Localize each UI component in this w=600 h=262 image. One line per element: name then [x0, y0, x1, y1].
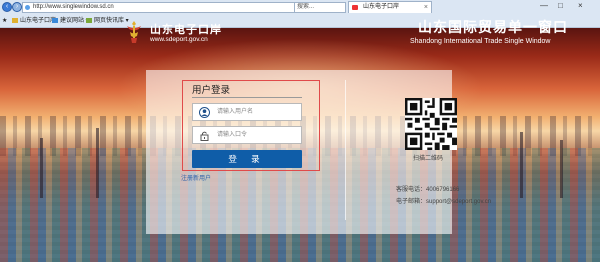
qr-code-icon: [405, 98, 457, 150]
close-window-icon[interactable]: ×: [578, 1, 583, 10]
back-icon[interactable]: ‹: [2, 2, 12, 12]
site-title: 山东国际贸易单一窗口: [418, 19, 568, 35]
logo-url: www.sdeport.gov.cn: [150, 36, 208, 43]
browser-window: ‹ › http://www.singlewindow.sd.cn 搜索... …: [0, 0, 600, 262]
tab-label: 山东电子口岸: [363, 4, 400, 10]
folder-icon: [12, 17, 18, 23]
lock-icon: [200, 131, 209, 141]
feed-icon: [86, 17, 92, 23]
phone-row: 客服电话：4006796166: [396, 184, 459, 193]
search-text: 搜索...: [297, 4, 315, 10]
password-field[interactable]: 请输入口令: [192, 126, 302, 144]
login-title: 用户登录: [192, 85, 231, 96]
address-bar[interactable]: http://www.singlewindow.sd.cn: [22, 2, 334, 13]
login-button[interactable]: 登 录: [192, 150, 302, 168]
search-input[interactable]: 搜索...: [294, 2, 346, 13]
favorites-star-icon[interactable]: ★: [2, 15, 7, 27]
register-link[interactable]: 注册新用户: [181, 173, 211, 182]
favorite-item[interactable]: 建议网站 ▾: [52, 15, 89, 27]
favorite-item[interactable]: 网页快讯库 ▾: [86, 15, 129, 27]
page-icon: [25, 5, 30, 10]
crane: [560, 140, 563, 198]
phone-label: 客服电话：: [396, 187, 427, 193]
browser-tab[interactable]: 山东电子口岸 ×: [348, 1, 432, 13]
tab-favicon-icon: [352, 5, 358, 10]
title-underline: [192, 97, 302, 98]
qr-caption: 扫描二维码: [413, 156, 444, 162]
favorite-item[interactable]: 山东电子口岸: [12, 15, 56, 27]
username-field[interactable]: 请输入用户名: [192, 103, 302, 121]
user-icon: [199, 107, 210, 118]
customs-emblem-icon: [127, 21, 141, 43]
phone-number: 4006796166: [426, 187, 460, 193]
crane: [96, 128, 99, 198]
email-label: 电子邮箱：: [396, 199, 427, 205]
forward-icon[interactable]: ›: [12, 2, 22, 12]
minimize-icon[interactable]: —: [540, 1, 548, 10]
crane: [520, 132, 523, 198]
ie-icon: [52, 17, 58, 23]
site-subtitle: Shandong International Trade Single Wind…: [410, 38, 551, 45]
logo-title: 山东电子口岸: [150, 24, 222, 36]
maximize-icon[interactable]: □: [558, 1, 563, 10]
tab-close-icon[interactable]: ×: [424, 2, 428, 13]
panel-divider: [345, 80, 346, 220]
password-placeholder: 请输入口令: [217, 132, 248, 138]
email-address[interactable]: support@sdeport.gov.cn: [426, 199, 491, 205]
username-placeholder: 请输入用户名: [217, 109, 254, 115]
address-text: http://www.singlewindow.sd.cn: [33, 4, 114, 10]
crane: [40, 138, 43, 198]
email-row: 电子邮箱：support@sdeport.gov.cn: [396, 196, 491, 205]
